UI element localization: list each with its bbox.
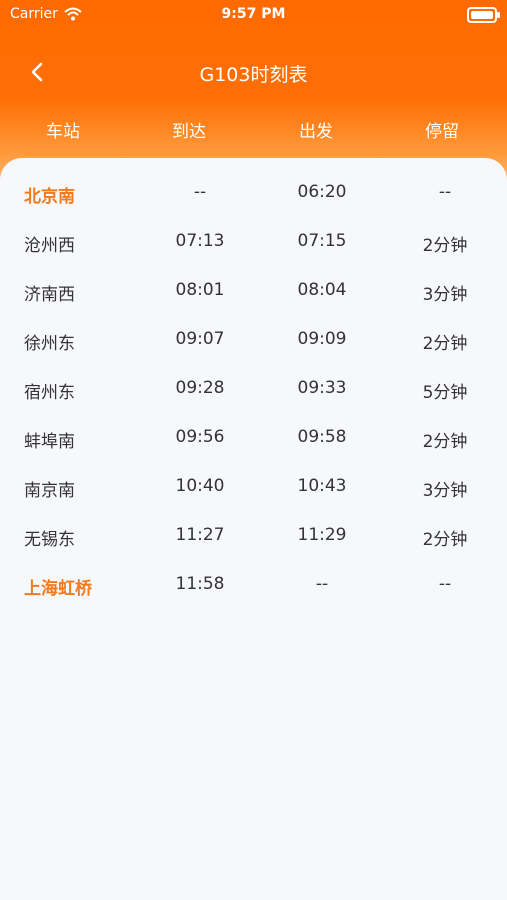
stop-duration: 2分钟: [422, 432, 468, 452]
depart-time: 06:20: [297, 182, 347, 202]
depart-time: --: [315, 574, 329, 594]
column-header-depart: 出发: [299, 122, 333, 142]
stop-duration: 5分钟: [422, 383, 468, 403]
arrive-time: 07:13: [175, 231, 225, 251]
table-row: 沧州西 07:13 07:15 2分钟: [0, 221, 507, 261]
arrive-time: --: [193, 182, 207, 202]
station-name: 济南西: [24, 285, 75, 305]
arrive-time: 10:40: [175, 476, 225, 496]
station-name: 宿州东: [24, 383, 75, 403]
station-name: 沧州西: [24, 236, 75, 256]
stop-duration: --: [438, 182, 452, 202]
navigation-bar: G103时刻表: [0, 52, 507, 92]
depart-time: 11:29: [297, 525, 347, 545]
table-row: 徐州东 09:07 09:09 2分钟: [0, 319, 507, 359]
column-header-row: 车站 到达 出发 停留: [0, 112, 507, 142]
arrive-time: 09:28: [175, 378, 225, 398]
depart-time: 09:09: [297, 329, 347, 349]
arrive-time: 08:01: [175, 280, 225, 300]
arrive-time: 09:56: [175, 427, 225, 447]
table-row: 南京南 10:40 10:43 3分钟: [0, 466, 507, 506]
status-time: 9:57 PM: [221, 6, 286, 22]
station-name: 蚌埠南: [24, 432, 75, 452]
station-name: 南京南: [24, 481, 75, 501]
column-header-arrive: 到达: [172, 122, 206, 142]
table-row: 宿州东 09:28 09:33 5分钟: [0, 368, 507, 408]
station-name: 上海虹桥: [24, 579, 92, 599]
station-name: 徐州东: [24, 334, 75, 354]
table-row: 无锡东 11:27 11:29 2分钟: [0, 515, 507, 555]
column-header-station: 车站: [46, 122, 80, 142]
depart-time: 09:58: [297, 427, 347, 447]
status-bar: Carrier 9:57 PM: [0, 0, 507, 28]
stop-duration: 3分钟: [422, 285, 468, 305]
table-row: 蚌埠南 09:56 09:58 2分钟: [0, 417, 507, 457]
table-row: 北京南 -- 06:20 --: [0, 172, 507, 212]
arrive-time: 09:07: [175, 329, 225, 349]
stop-duration: 2分钟: [422, 530, 468, 550]
stop-duration: 3分钟: [422, 481, 468, 501]
table-row: 上海虹桥 11:58 -- --: [0, 564, 507, 604]
timetable-panel: 北京南 -- 06:20 -- 沧州西 07:13 07:15 2分钟 济南西 …: [0, 158, 507, 900]
arrive-time: 11:58: [175, 574, 225, 594]
depart-time: 10:43: [297, 476, 347, 496]
stop-duration: --: [438, 574, 452, 594]
stop-duration: 2分钟: [422, 236, 468, 256]
station-name: 无锡东: [24, 530, 75, 550]
table-row: 济南西 08:01 08:04 3分钟: [0, 270, 507, 310]
column-header-stop: 停留: [425, 122, 459, 142]
page-title: G103时刻表: [199, 64, 308, 86]
battery-icon: [467, 7, 500, 23]
stop-duration: 2分钟: [422, 334, 468, 354]
depart-time: 08:04: [297, 280, 347, 300]
arrive-time: 11:27: [175, 525, 225, 545]
depart-time: 07:15: [297, 231, 347, 251]
depart-time: 09:33: [297, 378, 347, 398]
station-name: 北京南: [24, 187, 75, 207]
